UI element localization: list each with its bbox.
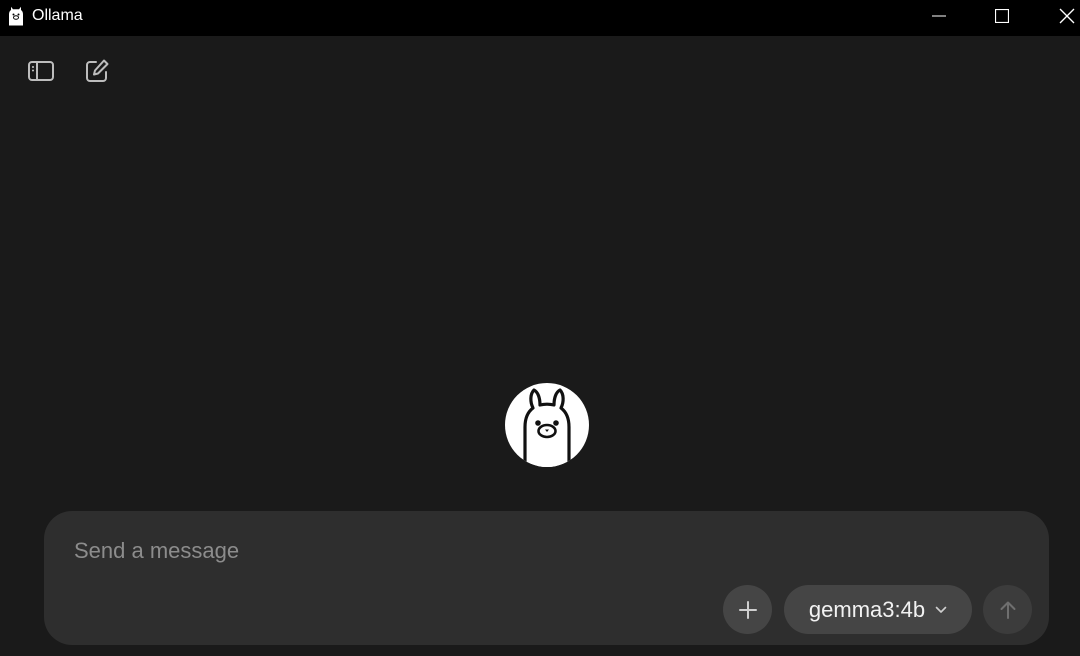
title-bar: Ollama	[0, 0, 1080, 36]
model-selector[interactable]: gemma3:4b	[784, 585, 972, 634]
arrow-up-icon	[1000, 601, 1015, 619]
maximize-icon	[995, 9, 1009, 23]
attach-button[interactable]	[723, 585, 772, 634]
sidebar-toggle-button[interactable]	[26, 56, 56, 86]
chevron-down-icon	[935, 606, 947, 613]
send-button[interactable]	[983, 585, 1032, 634]
plus-icon	[738, 600, 757, 619]
new-chat-button[interactable]	[82, 56, 112, 86]
new-chat-icon	[86, 59, 109, 82]
close-button[interactable]	[1044, 0, 1080, 32]
sidebar-toggle-icon	[28, 61, 54, 81]
maximize-button[interactable]	[979, 0, 1025, 32]
minimize-icon	[932, 15, 946, 17]
llama-icon	[8, 6, 24, 26]
close-icon	[1059, 8, 1075, 24]
message-input[interactable]	[72, 535, 976, 567]
model-name: gemma3:4b	[808, 596, 926, 622]
app-title: Ollama	[32, 7, 83, 24]
minimize-button[interactable]	[916, 0, 962, 32]
ollama-logo	[505, 383, 589, 467]
message-composer: gemma3:4b	[44, 511, 1049, 645]
